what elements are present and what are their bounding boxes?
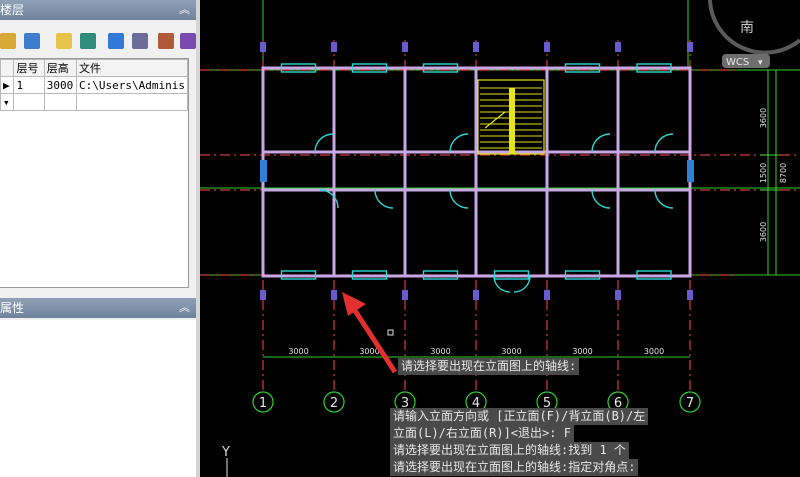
axis-number: 1: [259, 396, 267, 411]
pointer-arrow: [342, 292, 398, 374]
column-marker: [687, 42, 693, 52]
command-line-1: 请输入立面方向或 [正立面(F)/背立面(B)/左: [390, 408, 649, 425]
vdim-label: 1500: [759, 163, 768, 183]
layers-toolbar: [0, 30, 196, 56]
command-line-2: 立面(L)/右立面(R)]<退出>: F: [390, 425, 574, 442]
props-panel-title: 属性: [0, 301, 25, 315]
props-panel-header[interactable]: 属性 ︽: [0, 298, 196, 318]
column-marker: [260, 290, 266, 300]
table-row[interactable]: ▶ 1 3000 C:\Users\Adminis: [0, 76, 188, 94]
floor-plan-drawing: 南 WCS ▾ 3600 1500 3600 8700 3000 3000 30…: [200, 0, 800, 477]
collapse-chevron-icon[interactable]: ︽: [179, 298, 190, 318]
viewcube-ring[interactable]: [708, 0, 800, 55]
viewcube-south-label[interactable]: 南: [740, 20, 754, 36]
settings-icon[interactable]: [80, 33, 96, 49]
row-marker: ▾: [0, 93, 15, 111]
table-icon[interactable]: [158, 33, 174, 49]
drawing-canvas[interactable]: 南 WCS ▾ 3600 1500 3600 8700 3000 3000 30…: [200, 0, 800, 477]
row-marker: ▶: [0, 76, 15, 94]
column-marker: [687, 160, 694, 182]
open-folder-icon[interactable]: [0, 33, 16, 49]
tooltip-prompt: 请选择要出现在立面图上的轴线:: [398, 358, 580, 375]
column-marker: [260, 42, 266, 52]
cell-height[interactable]: 3000: [43, 76, 78, 94]
left-panel: 楼层 ︽ 层号 层高 文件 ▶ 1 3000 C:\Users\Adminis: [0, 0, 200, 477]
ucs-icon: Y: [221, 445, 230, 477]
vdim-label: 3600: [759, 222, 768, 242]
bay-dim-label: 3000: [501, 347, 521, 356]
layers-panel-title: 楼层: [0, 3, 25, 17]
cell-file[interactable]: [76, 93, 188, 111]
column-marker: [473, 290, 479, 300]
cell-floor[interactable]: 1: [13, 76, 45, 94]
cell-height[interactable]: [43, 93, 78, 111]
axis-number: 2: [330, 396, 338, 411]
new-layer-icon[interactable]: [56, 33, 72, 49]
building-icon[interactable]: [108, 33, 124, 49]
cell-file[interactable]: C:\Users\Adminis: [76, 76, 188, 94]
bay-dim-label: 3000: [572, 347, 592, 356]
column-marker: [331, 42, 337, 52]
grid-icon[interactable]: [132, 33, 148, 49]
vdim-total-label: 8700: [779, 163, 788, 183]
col-header-file[interactable]: 文件: [76, 59, 188, 77]
props-panel: [0, 320, 196, 477]
image-icon[interactable]: [24, 33, 40, 49]
cell-floor[interactable]: [13, 93, 45, 111]
collapse-chevron-icon[interactable]: ︽: [179, 0, 190, 20]
column-marker: [402, 42, 408, 52]
ucs-y-label: Y: [221, 445, 230, 460]
wcs-label[interactable]: WCS: [726, 57, 749, 68]
layers-panel-header[interactable]: 楼层 ︽: [0, 0, 196, 20]
wcs-dropdown-icon[interactable]: ▾: [758, 58, 763, 68]
wall-columns: [260, 42, 694, 300]
col-header-floor[interactable]: 层号: [13, 59, 45, 77]
column-marker: [260, 160, 267, 182]
table-row[interactable]: ▾: [0, 93, 188, 111]
vdim-label: 3600: [759, 108, 768, 128]
bay-dim-label: 3000: [644, 347, 664, 356]
layers-grid: 层号 层高 文件 ▶ 1 3000 C:\Users\Adminis ▾: [0, 58, 189, 288]
column-marker: [687, 290, 693, 300]
column-marker: [473, 42, 479, 52]
col-header-height[interactable]: 层高: [43, 59, 78, 77]
column-marker: [544, 290, 550, 300]
column-marker: [331, 290, 337, 300]
export-icon[interactable]: [180, 33, 196, 49]
bay-dim-label: 3000: [288, 347, 308, 356]
stair: [477, 79, 545, 155]
column-marker: [544, 42, 550, 52]
column-marker: [402, 290, 408, 300]
column-marker: [615, 290, 621, 300]
pickbox-cursor: [387, 329, 394, 336]
axis-number: 7: [686, 396, 694, 411]
grid-corner: [0, 59, 15, 77]
axis-lines: [200, 69, 800, 276]
bay-dim-label: 3000: [430, 347, 450, 356]
construction-lines: [200, 0, 800, 276]
command-line-4[interactable]: 请选择要出现在立面图上的轴线:指定对角点:: [390, 459, 639, 476]
command-line-3: 请选择要出现在立面图上的轴线:找到 1 个: [390, 442, 629, 459]
column-marker: [615, 42, 621, 52]
